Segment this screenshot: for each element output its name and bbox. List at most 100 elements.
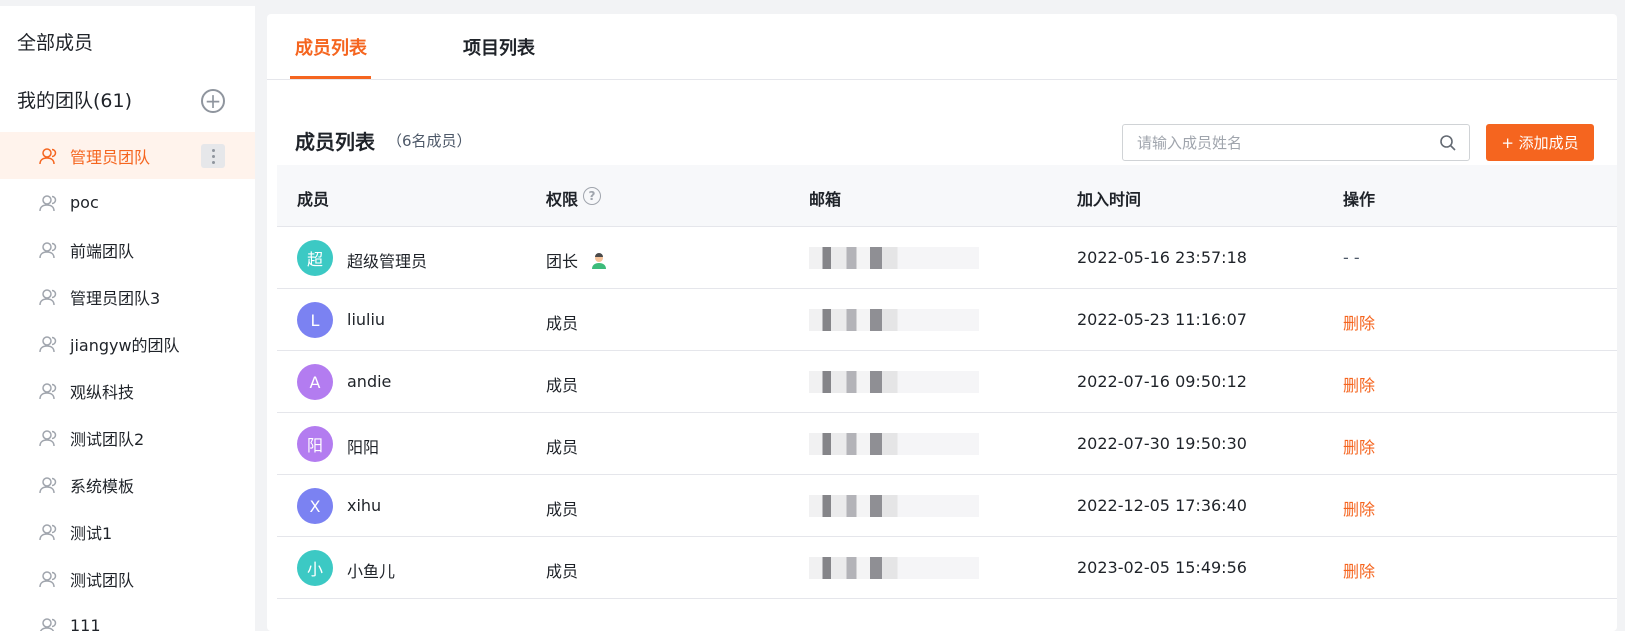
- join-time: 2022-07-16 09:50:12: [1077, 372, 1247, 391]
- team-item-label: 前端团队: [70, 241, 135, 261]
- member-name: xihu: [347, 496, 382, 515]
- team-item[interactable]: poc: [0, 179, 255, 226]
- team-item-label: 测试团队2: [70, 429, 145, 449]
- team-item[interactable]: 111: [0, 602, 255, 631]
- sidebar-all-members[interactable]: 全部成员: [17, 28, 93, 55]
- list-title: 成员列表: [295, 130, 375, 154]
- team-item[interactable]: 测试团队2: [0, 414, 255, 461]
- team-item[interactable]: 测试1: [0, 508, 255, 555]
- header-email: 邮箱: [809, 190, 842, 209]
- user-group-icon: [38, 475, 58, 495]
- team-item[interactable]: 测试团队: [0, 555, 255, 602]
- member-role: 成员: [546, 438, 579, 457]
- member-name: 超级管理员: [347, 252, 428, 271]
- header-join-time: 加入时间: [1077, 190, 1142, 209]
- delete-button[interactable]: 删除: [1343, 310, 1375, 334]
- search-input[interactable]: [1122, 124, 1470, 161]
- team-list: 管理员团队 poc 前端团队 管理员团队3 jiangyw的团队 观纵科技 测试…: [0, 132, 255, 631]
- table-row: 超 超级管理员 团长 2022-05-16 23:57:18 - -: [277, 227, 1617, 289]
- tab-member-list[interactable]: 成员列表: [295, 34, 367, 60]
- avatar: L: [297, 302, 333, 338]
- main-panel: 成员列表 项目列表 成员列表 （6名成员） + 添加成员 成员 权限 ? 邮箱 …: [267, 14, 1617, 631]
- team-item[interactable]: 观纵科技: [0, 367, 255, 414]
- join-time: 2022-07-30 19:50:30: [1077, 434, 1247, 453]
- sidebar-my-team[interactable]: 我的团队(61): [17, 86, 132, 113]
- delete-button[interactable]: 删除: [1343, 496, 1375, 520]
- table-row: A andie 成员 2022-07-16 09:50:12 删除: [277, 351, 1617, 413]
- leader-icon: [590, 252, 608, 270]
- add-team-icon[interactable]: +: [201, 89, 225, 113]
- team-item-label: 管理员团队3: [70, 288, 161, 308]
- delete-button[interactable]: 删除: [1343, 558, 1375, 582]
- team-item[interactable]: 管理员团队: [0, 132, 255, 179]
- user-group-icon: [38, 193, 58, 213]
- active-tab-indicator: [290, 76, 371, 79]
- tab-project-list[interactable]: 项目列表: [463, 34, 535, 60]
- team-item-label: 测试团队: [70, 570, 135, 590]
- table-row: X xihu 成员 2022-12-05 17:36:40 删除: [277, 475, 1617, 537]
- sidebar: 全部成员 我的团队(61) + 管理员团队 poc 前端团队 管理员团队3 ji…: [0, 6, 255, 631]
- table-row: 小 小鱼儿 成员 2023-02-05 15:49:56 删除: [277, 537, 1617, 599]
- user-group-icon: [38, 287, 58, 307]
- team-item[interactable]: 管理员团队3: [0, 273, 255, 320]
- join-time: 2022-12-05 17:36:40: [1077, 496, 1247, 515]
- member-role: 成员: [546, 314, 579, 333]
- join-time: 2022-05-16 23:57:18: [1077, 248, 1247, 267]
- avatar: A: [297, 364, 333, 400]
- avatar: 阳: [297, 426, 333, 462]
- member-role: 成员: [546, 562, 579, 581]
- table-row: 阳 阳阳 成员 2022-07-30 19:50:30 删除: [277, 413, 1617, 475]
- add-member-button[interactable]: + 添加成员: [1486, 124, 1594, 161]
- user-group-icon: [38, 428, 58, 448]
- header-member: 成员: [297, 190, 330, 209]
- member-name: 小鱼儿: [347, 562, 396, 581]
- user-group-icon: [38, 522, 58, 542]
- user-group-icon: [38, 616, 58, 631]
- member-name: liuliu: [347, 310, 386, 329]
- team-item-label: 管理员团队: [70, 147, 151, 167]
- member-name: andie: [347, 372, 392, 391]
- team-item[interactable]: jiangyw的团队: [0, 320, 255, 367]
- member-email-redacted: [809, 309, 979, 331]
- member-name: 阳阳: [347, 438, 380, 457]
- role-label: 团长: [546, 252, 579, 271]
- member-role: 团长: [546, 248, 608, 272]
- member-email-redacted: [809, 371, 979, 393]
- user-group-icon: [38, 381, 58, 401]
- delete-button[interactable]: 删除: [1343, 434, 1375, 458]
- tab-bar: 成员列表 项目列表: [267, 14, 1617, 80]
- header-actions: 操作: [1343, 190, 1376, 209]
- table-row: L liuliu 成员 2022-05-23 11:16:07 删除: [277, 289, 1617, 351]
- team-item-label: 观纵科技: [70, 382, 135, 402]
- member-role: 成员: [546, 376, 579, 395]
- team-item[interactable]: 系统模板: [0, 461, 255, 508]
- avatar: X: [297, 488, 333, 524]
- user-group-icon: [38, 569, 58, 589]
- member-role: 成员: [546, 500, 579, 519]
- user-group-icon: [38, 146, 58, 166]
- member-email-redacted: [809, 433, 979, 455]
- user-group-icon: [38, 334, 58, 354]
- search-icon[interactable]: [1439, 134, 1457, 152]
- no-action: - -: [1343, 248, 1360, 267]
- join-time: 2023-02-05 15:49:56: [1077, 558, 1247, 577]
- member-count: （6名成员）: [387, 132, 472, 150]
- more-icon[interactable]: [201, 144, 225, 168]
- app: 全部成员 我的团队(61) + 管理员团队 poc 前端团队 管理员团队3 ji…: [0, 0, 1625, 631]
- team-item-label: 111: [70, 616, 101, 631]
- team-item[interactable]: 前端团队: [0, 226, 255, 273]
- avatar: 小: [297, 550, 333, 586]
- team-item-label: jiangyw的团队: [70, 335, 180, 355]
- team-item-label: poc: [70, 193, 99, 212]
- user-group-icon: [38, 240, 58, 260]
- team-item-label: 测试1: [70, 523, 113, 543]
- team-item-label: 系统模板: [70, 476, 135, 496]
- member-email-redacted: [809, 247, 979, 269]
- header-permission: 权限: [546, 190, 579, 209]
- delete-button[interactable]: 删除: [1343, 372, 1375, 396]
- table-header: 成员 权限 ? 邮箱 加入时间 操作: [277, 165, 1617, 227]
- join-time: 2022-05-23 11:16:07: [1077, 310, 1247, 329]
- member-table: 成员 权限 ? 邮箱 加入时间 操作 超 超级管理员 团长 2022-05-16…: [277, 165, 1617, 599]
- member-email-redacted: [809, 495, 979, 517]
- help-icon[interactable]: ?: [583, 187, 601, 205]
